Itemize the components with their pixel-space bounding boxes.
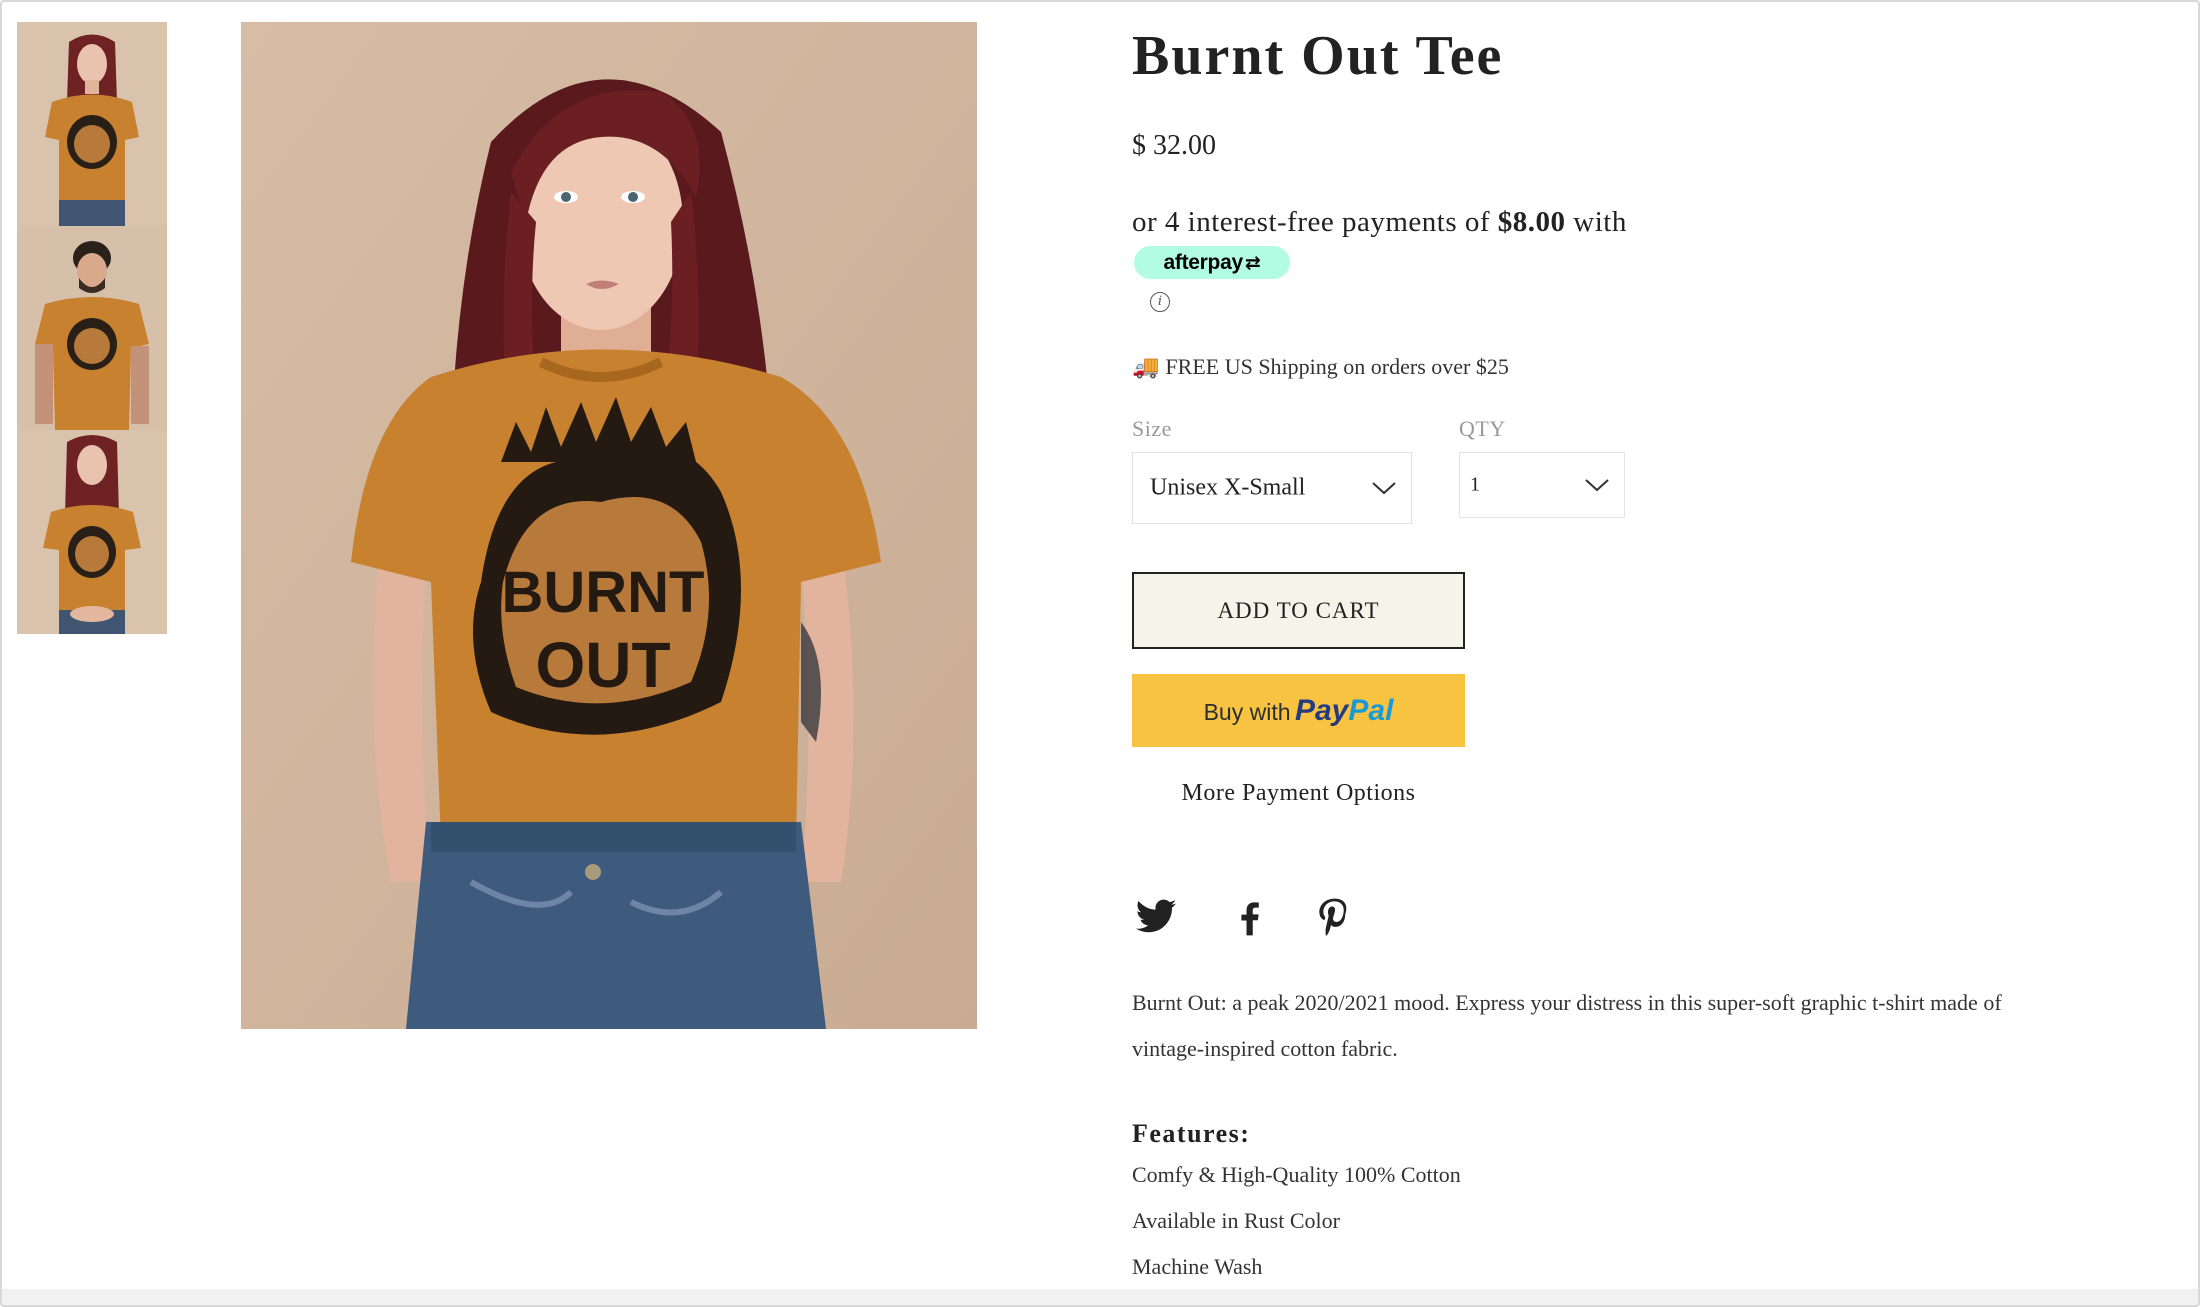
thumbnail-image-woman-pose [17,430,167,634]
product-description: Burnt Out: a peak 2020/2021 mood. Expres… [1132,990,2002,1061]
chevron-down-icon [1585,479,1609,492]
qty-label: QTY [1459,416,1506,441]
features-heading: Features: [1132,1119,1251,1148]
add-to-cart-button[interactable]: ADD TO CART [1132,572,1465,649]
product-page: BURNT OUT Burnt Out Tee $ 32.00 or 4 int… [0,0,2200,1307]
afterpay-badge[interactable]: afterpay ⇄ [1134,246,1290,279]
thumbnail-image-woman-front [17,22,167,226]
thumbnail-1[interactable] [17,22,167,226]
facebook-icon[interactable] [1228,895,1272,939]
pinterest-icon[interactable] [1312,895,1356,939]
qty-select[interactable]: 1 [1459,452,1625,518]
size-label: Size [1132,416,1172,441]
thumbnail-image-man-front [17,226,167,430]
afterpay-text-after: with [1565,206,1627,238]
afterpay-message: or 4 interest-free payments of $8.00 wit… [1132,206,1627,239]
shirt-print-burnt: BURNT [502,560,705,625]
page-bottom-edge [2,1289,2198,1305]
feature-item: Comfy & High-Quality 100% Cotton [1132,1162,1461,1187]
shipping-notice: 🚚 FREE US Shipping on orders over $25 [1132,354,1509,380]
shipping-text: FREE US Shipping on orders over $25 [1165,354,1509,379]
afterpay-text-before: or 4 interest-free payments of [1132,206,1498,238]
truck-icon: 🚚 [1132,355,1160,380]
afterpay-amount: $8.00 [1497,206,1566,238]
thumbnail-gallery [17,22,167,634]
paypal-logo-pay: Pay [1294,694,1349,727]
paypal-button-prefix: Buy with [1203,699,1291,725]
chevron-down-icon [1372,482,1396,495]
afterpay-arrows-icon: ⇄ [1244,253,1261,274]
afterpay-logo-text: afterpay [1163,251,1244,274]
qty-select-value: 1 [1470,473,1480,496]
paypal-button[interactable]: Buy with PayPal [1132,674,1465,747]
product-price: $ 32.00 [1132,130,1216,161]
product-title: Burnt Out Tee [1132,25,1504,87]
size-select-value: Unisex X-Small [1150,474,1306,501]
info-icon[interactable]: i [1150,292,1170,312]
twitter-icon[interactable] [1134,895,1178,939]
feature-item: Available in Rust Color [1132,1208,1340,1233]
main-image-woman-wearing-tee: BURNT OUT [241,22,977,1029]
main-product-image[interactable]: BURNT OUT [241,22,977,1029]
size-select[interactable]: Unisex X-Small [1132,452,1412,524]
more-payment-options-link[interactable]: More Payment Options [1132,780,1465,807]
feature-item: Machine Wash [1132,1254,1263,1279]
paypal-logo-pal: Pal [1348,694,1394,727]
thumbnail-3[interactable] [17,430,167,634]
shirt-print-out: OUT [535,629,670,701]
thumbnail-2[interactable] [17,226,167,430]
